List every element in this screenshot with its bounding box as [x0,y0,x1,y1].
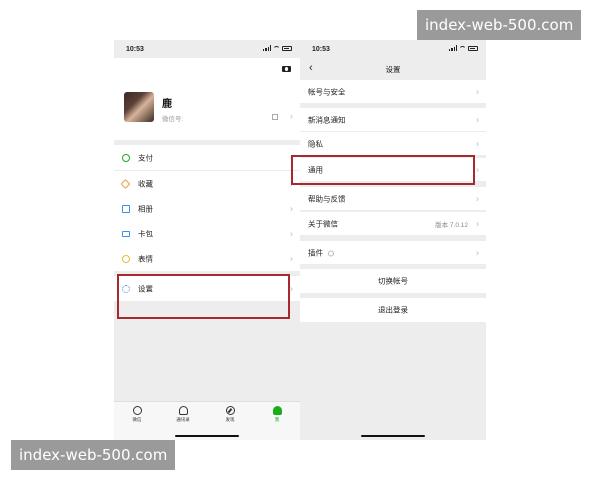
chevron-right-icon: › [476,164,479,174]
watermark-top: index-web-500.com [417,10,582,40]
chat-icon [132,406,142,415]
me-screen: 10:53 鹿 微信号: › 支付 › 收藏 › 相册 › 卡包 › 表情 › … [114,40,300,440]
status-bar: 10:53 [300,40,486,58]
menu-item-label: 相册 [138,204,153,213]
menu-item-pay[interactable]: 支付 › [114,145,300,170]
settings-item-label: 隐私 [308,139,323,148]
menu-item-favorites[interactable]: 收藏 › [114,171,300,196]
chevron-right-icon: › [290,203,293,213]
tab-label: 通讯录 [176,417,190,422]
settings-item-label: 新消息通知 [308,115,346,124]
album-icon [122,204,130,213]
settings-item-plugins[interactable]: 插件 › [300,241,486,264]
chevron-right-icon: › [476,218,479,228]
wallet-icon [122,153,130,162]
menu-item-label: 表情 [138,254,153,263]
chevron-right-icon: › [476,114,479,124]
tab-label: 微信 [132,417,142,422]
chevron-right-icon: › [290,111,293,121]
tab-bar: 微信 通讯录 发现 我 [114,401,300,440]
profile-name: 鹿 [162,99,172,110]
chevron-right-icon: › [476,86,479,96]
card-icon [122,230,130,237]
menu-item-label: 收藏 [138,179,153,188]
plugin-icon [328,250,334,257]
settings-item-account-security[interactable]: 帐号与安全 › [300,80,486,103]
status-time: 10:53 [126,46,144,53]
signal-icon [449,45,457,51]
logout-button[interactable]: 退出登录 [300,298,486,322]
chevron-right-icon: › [290,283,293,293]
switch-account-label: 切换帐号 [378,276,408,286]
wifi-icon [273,45,280,51]
discover-icon [225,406,235,415]
settings-item-privacy[interactable]: 隐私 › [300,132,486,155]
settings-item-label: 帐号与安全 [308,87,346,96]
tab-contacts[interactable]: 通讯录 [168,406,198,423]
status-time: 10:53 [312,46,330,53]
version-value: 版本 7.0.12 [435,221,468,229]
profile-card[interactable]: 鹿 微信号: › [114,58,300,140]
tab-discover[interactable]: 发现 [215,406,245,423]
logout-label: 退出登录 [378,305,408,315]
page-title: 设置 [385,65,401,74]
menu-item-stickers[interactable]: 表情 › [114,246,300,271]
me-icon [272,406,282,415]
chevron-right-icon: › [476,247,479,257]
wifi-icon [459,45,466,51]
sticker-icon [122,254,130,263]
menu-item-label: 卡包 [138,229,153,238]
chevron-right-icon: › [290,228,293,238]
status-bar: 10:53 [114,40,300,58]
nav-bar: ‹ 设置 [300,58,486,80]
settings-item-about[interactable]: 关于微信 版本 7.0.12 › [300,212,486,235]
settings-item-label: 关于微信 [308,219,338,228]
battery-icon [468,45,478,51]
settings-item-notifications[interactable]: 新消息通知 › [300,108,486,131]
avatar[interactable] [124,92,154,122]
qr-code-icon[interactable] [272,114,278,120]
home-indicator [175,434,239,437]
tab-chats[interactable]: 微信 [122,406,152,423]
switch-account-button[interactable]: 切换帐号 [300,269,486,293]
highlight-box-general [291,155,475,185]
chevron-right-icon: › [476,138,479,148]
menu-item-label: 支付 [138,153,153,162]
menu-item-album[interactable]: 相册 › [114,196,300,221]
home-indicator [361,434,425,437]
settings-item-label: 帮助与反馈 [308,194,346,203]
battery-icon [282,45,292,51]
tab-me[interactable]: 我 [262,406,292,423]
tab-label: 发现 [225,417,235,422]
wechat-id-label: 微信号: [162,116,184,123]
contacts-icon [178,406,188,415]
menu-item-cards[interactable]: 卡包 › [114,221,300,246]
favorites-icon [120,178,131,189]
chevron-right-icon: › [476,193,479,203]
settings-item-help-feedback[interactable]: 帮助与反馈 › [300,187,486,210]
tab-label: 我 [274,417,280,422]
watermark-bottom: index-web-500.com [11,440,176,470]
settings-screen: 10:53 ‹ 设置 帐号与安全 › 新消息通知 › 隐私 › 通用 › 帮助与… [300,40,486,440]
camera-icon[interactable] [282,66,291,72]
chevron-right-icon: › [290,253,293,263]
signal-icon [263,45,271,51]
highlight-box-settings [117,274,290,319]
settings-item-label: 插件 [308,248,323,257]
